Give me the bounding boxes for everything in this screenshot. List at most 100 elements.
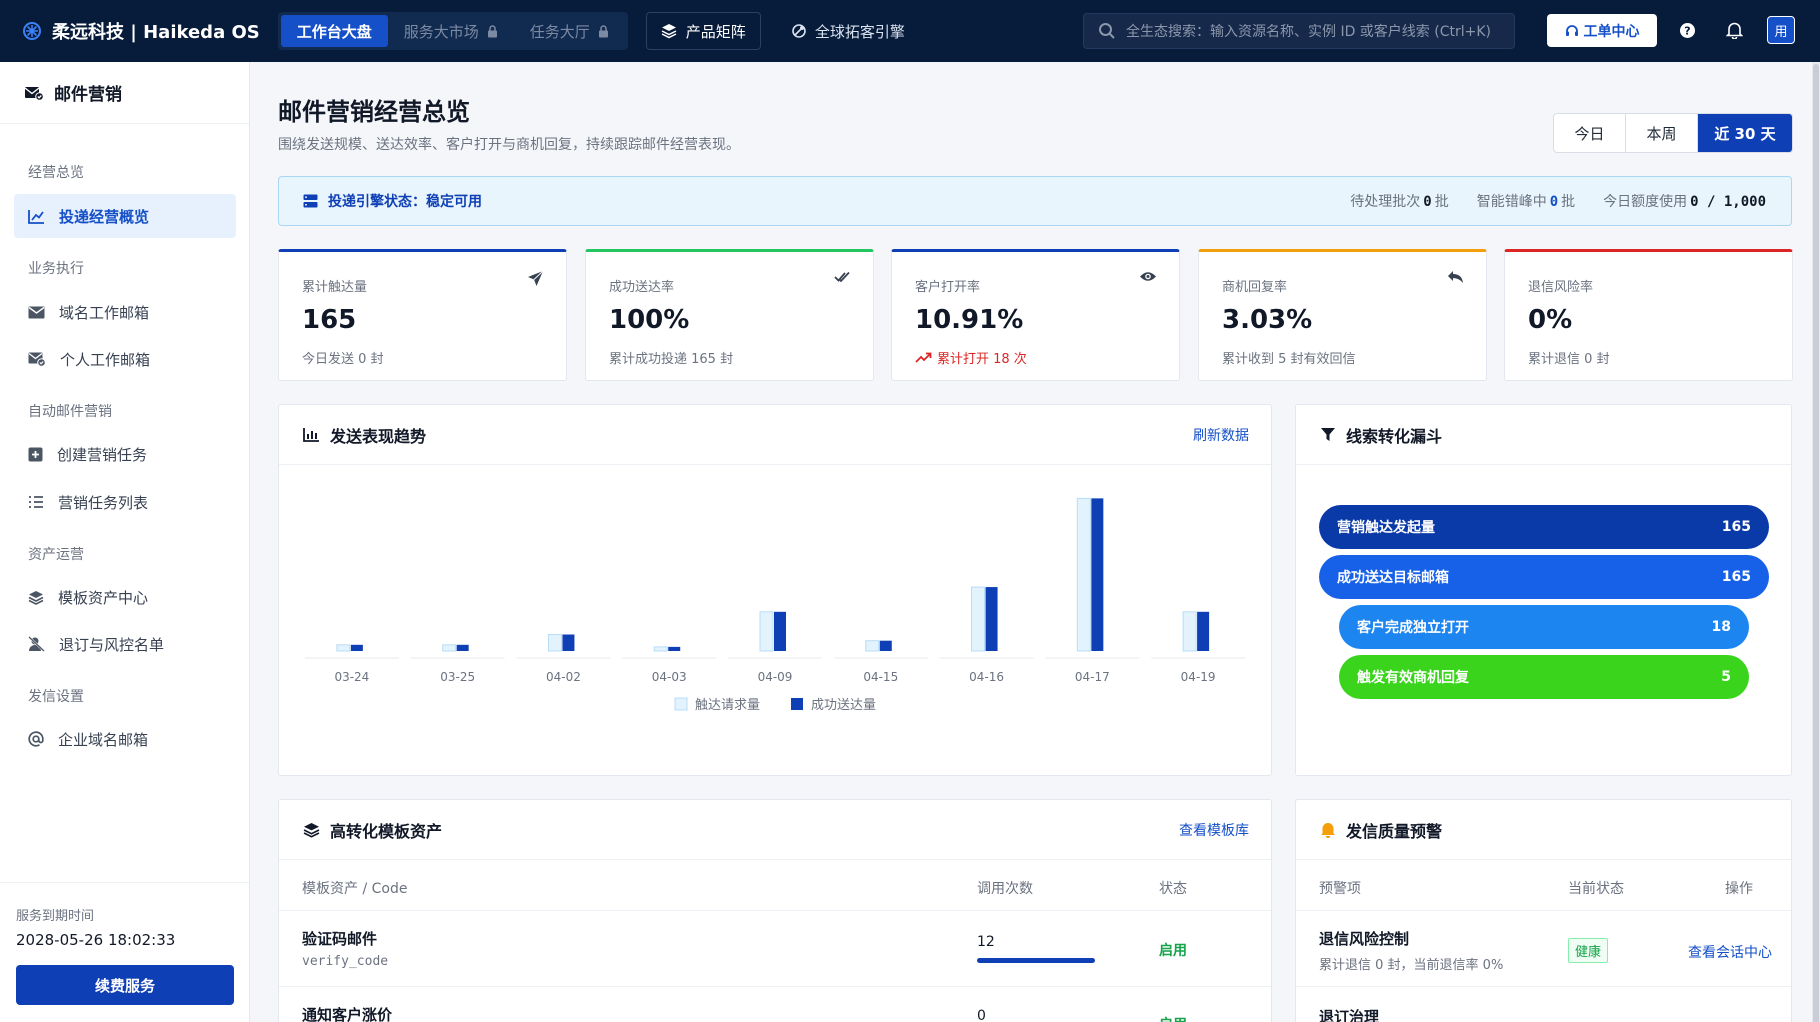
bar-delivered-04-02 (562, 634, 575, 651)
bell-icon[interactable] (1726, 21, 1743, 39)
bar-request-04-15 (865, 640, 880, 652)
legend-swatch-request (674, 697, 688, 711)
engine-status-bar: 投递引擎状态：稳定可用 待处理批次 0 批 智能错峰中 0 批 今日额度使用 0 / 1,… (278, 176, 1792, 226)
svg-text:?: ? (1684, 25, 1690, 38)
layers-icon (303, 822, 320, 838)
product-matrix-button[interactable]: 产品矩阵 (645, 12, 761, 50)
sidebar-item-label: 域名工作邮箱 (59, 303, 150, 322)
legend-swatch-delivered (791, 698, 803, 710)
range-30-days[interactable]: 近 30 天 (1698, 114, 1792, 152)
tab-label: 工作台大盘 (296, 22, 372, 41)
date-range-selector: 今日 本周 近 30 天 (1553, 113, 1793, 153)
template-status: 启用 (1159, 943, 1187, 959)
templates-title: 高转化模板资产 (330, 821, 443, 841)
kpi-label: 客户打开率 (915, 280, 981, 295)
page-scrollbar[interactable] (1812, 62, 1820, 1022)
ticket-center-button[interactable]: 工单中心 (1547, 14, 1657, 47)
sidebar-item-create-task[interactable]: 创建营销任务 (14, 432, 236, 476)
paper-plane-icon (528, 270, 544, 286)
bar-delivered-03-24 (350, 644, 363, 651)
global-engine-link[interactable]: 全球拓客引擎 (791, 21, 905, 42)
template-usage-bar (977, 958, 1095, 963)
sidebar-item-unsubscribe-risk[interactable]: 退订与风控名单 (14, 622, 236, 666)
renew-button[interactable]: 续费服务 (16, 965, 234, 1005)
funnel-stage-value: 165 (1721, 519, 1751, 535)
row-divider (1296, 986, 1791, 987)
brand[interactable]: 柔远科技 | Haikeda OS (22, 18, 260, 44)
column-header-count: 调用次数 (977, 881, 1033, 897)
alerts-title: 发信质量预警 (1346, 821, 1443, 841)
expire-label: 服务到期时间 (16, 909, 95, 924)
tab-service-market[interactable]: 服务大市场 (388, 15, 514, 47)
template-name: 验证码邮件 (302, 930, 378, 948)
avatar[interactable]: 用 (1767, 16, 1795, 44)
funnel-stage-label: 营销触达发起量 (1337, 520, 1435, 536)
kpi-sub: 累计收到 5 封有效回信 (1222, 352, 1356, 367)
sidebar-item-label: 投递经营概览 (59, 207, 150, 226)
status-badge: 健康 (1568, 938, 1609, 963)
kpi-open-rate: 客户打开率 10.91% 累计打开 18 次 (891, 249, 1180, 381)
alerts-card-header: 发信质量预警 (1296, 800, 1791, 860)
page-title: 邮件营销经营总览 (278, 98, 470, 126)
funnel-stage-value: 165 (1721, 569, 1751, 585)
template-status: 启用 (1159, 1014, 1187, 1022)
help-icon[interactable]: ? (1679, 22, 1696, 39)
column-header-state: 当前状态 (1568, 881, 1624, 897)
kpi-sub-label: 累计打开 18 次 (937, 352, 1027, 367)
global-search-input[interactable]: 全生态搜索：输入资源名称、实例 ID 或客户线索 (Ctrl+K) (1083, 13, 1515, 49)
kpi-value: 100% (609, 305, 690, 335)
sidebar-item-label: 营销任务列表 (58, 493, 149, 512)
bar-request-04-03 (653, 646, 668, 652)
funnel-stage-label: 成功送达目标邮箱 (1337, 570, 1449, 586)
x-tick-label: 03-24 (334, 670, 369, 684)
pending-label: 待处理批次 (1350, 194, 1421, 210)
renew-button-label: 续费服务 (94, 976, 155, 995)
x-tick-label: 03-25 (440, 670, 475, 684)
bar-delivered-04-16 (985, 587, 998, 651)
refresh-data-link[interactable]: 刷新数据 (1193, 425, 1249, 445)
kpi-bounce-risk: 退信风险率 0% 累计退信 0 封 (1504, 249, 1793, 381)
sidebar-item-enterprise-domain[interactable]: 企业域名邮箱 (14, 717, 236, 761)
expire-value: 2028-05-26 18:02:33 (16, 931, 176, 949)
brand-name: 柔远科技 | Haikeda OS (52, 22, 260, 43)
templates-card-header: 高转化模板资产 查看模板库 (279, 800, 1271, 860)
kpi-sub: 累计打开 18 次 (915, 348, 1027, 367)
funnel-stage-value: 5 (1721, 669, 1731, 685)
range-label: 今日 (1574, 124, 1605, 143)
funnel-stage-opened: 客户完成独立打开 18 (1339, 605, 1749, 649)
bar-request-04-17 (1076, 497, 1091, 652)
tab-dashboard[interactable]: 工作台大盘 (280, 15, 388, 47)
engine-status-label: 投递引擎状态：稳定可用 (328, 194, 482, 210)
sidebar-item-task-list[interactable]: 营销任务列表 (14, 480, 236, 524)
chart-line-icon (28, 209, 44, 224)
bar-request-04-16 (971, 586, 986, 652)
peak-unit: 批 (1561, 194, 1576, 210)
bar-delivered-04-03 (668, 646, 681, 651)
column-header-alert: 预警项 (1319, 881, 1361, 897)
tab-label: 任务大厅 (529, 22, 590, 41)
templates-card: 高转化模板资产 查看模板库 模板资产 / Code 调用次数 状态 验证码邮件 … (278, 799, 1272, 1022)
tab-task-hall[interactable]: 任务大厅 (514, 15, 625, 47)
range-week[interactable]: 本周 (1626, 114, 1698, 152)
view-template-library-link[interactable]: 查看模板库 (1179, 820, 1249, 840)
scrollbar-thumb[interactable] (1813, 64, 1819, 1022)
sidebar-item-delivery-overview[interactable]: 投递经营概览 (14, 194, 236, 238)
peak-shaving: 智能错峰中 0 批 (1477, 191, 1575, 211)
pending-batches: 待处理批次 0 批 (1350, 191, 1448, 211)
sidebar-item-domain-mailbox[interactable]: 域名工作邮箱 (14, 290, 236, 334)
ticket-center-label: 工单中心 (1583, 23, 1640, 40)
product-matrix-label: 产品矩阵 (685, 22, 746, 41)
quota-value: 0 / 1,000 (1690, 194, 1766, 210)
engine-status: 投递引擎状态：稳定可用 (303, 191, 482, 211)
quota-label: 今日额度使用 (1603, 194, 1688, 210)
bar-delivered-04-19 (1197, 611, 1210, 651)
bar-request-04-19 (1182, 611, 1197, 652)
bar-delivered-03-25 (456, 644, 469, 651)
range-today[interactable]: 今日 (1554, 114, 1626, 152)
top-bar: 柔远科技 | Haikeda OS 工作台大盘 服务大市场 任务大厅 产品矩阵 … (0, 0, 1820, 62)
view-session-center-link[interactable]: 查看会话中心 (1688, 942, 1772, 962)
kpi-sub: 累计退信 0 封 (1528, 352, 1610, 367)
sidebar-footer: 服务到期时间 2028-05-26 18:02:33 续费服务 (0, 882, 249, 1022)
sidebar-item-personal-mailbox[interactable]: 个人工作邮箱 (14, 337, 236, 381)
sidebar-item-template-center[interactable]: 模板资产中心 (14, 575, 236, 619)
